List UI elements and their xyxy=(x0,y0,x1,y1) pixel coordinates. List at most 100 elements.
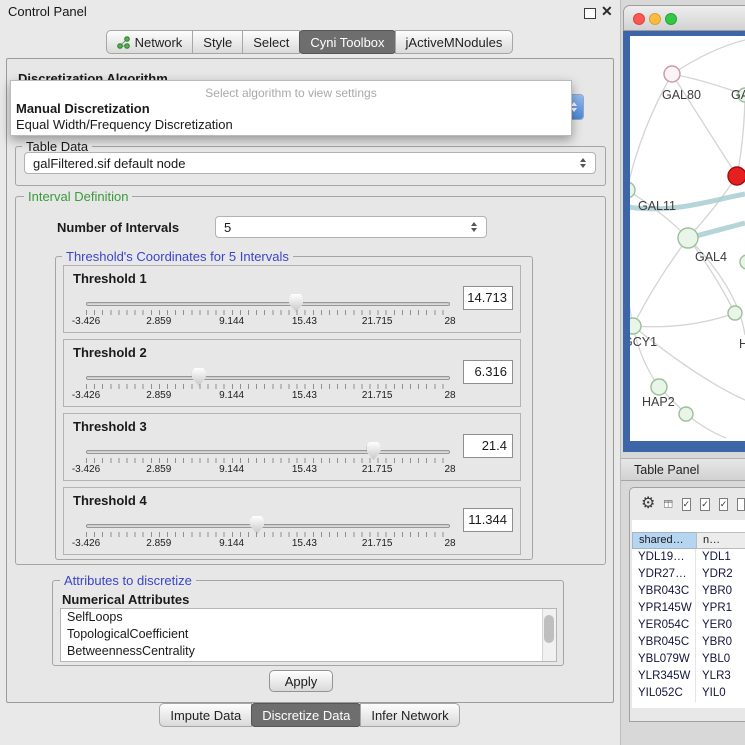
mac-zoom-icon[interactable] xyxy=(665,13,677,25)
table-cell[interactable]: YIL0 xyxy=(696,685,745,702)
table-row[interactable]: YBR043CYBR0 xyxy=(632,583,745,600)
table-row[interactable]: YBR045CYBR0 xyxy=(632,634,745,651)
table-row[interactable]: YPR145WYPR1 xyxy=(632,600,745,617)
table-cell[interactable]: YLR345W xyxy=(632,668,696,685)
scrollbar-thumb[interactable] xyxy=(544,615,554,643)
network-edge[interactable] xyxy=(633,238,688,326)
network-node[interactable] xyxy=(664,66,680,82)
network-edge[interactable] xyxy=(630,190,633,326)
table-row[interactable]: YER054CYER0 xyxy=(632,617,745,634)
settings-gear-icon[interactable]: ⚙ xyxy=(641,496,655,512)
tab-style[interactable]: Style xyxy=(192,30,243,54)
table-row[interactable]: YDR27…YDR2 xyxy=(632,566,745,583)
close-window-icon[interactable]: ✕ xyxy=(601,3,613,20)
table-cell[interactable]: YDL1 xyxy=(696,549,745,566)
mac-minimize-icon[interactable] xyxy=(649,13,661,25)
table-data-combobox[interactable]: galFiltered.sif default node xyxy=(24,152,596,174)
threshold-value-field[interactable]: 6.316 xyxy=(463,360,513,384)
tab-network[interactable]: Network xyxy=(106,30,194,54)
table-cell[interactable]: YDR27… xyxy=(632,566,696,583)
dropdown-option-manual[interactable]: Manual Discretization xyxy=(16,101,150,116)
table-cell[interactable]: YDR2 xyxy=(696,566,745,583)
threshold-value-field[interactable]: 14.713 xyxy=(463,286,513,310)
columns-icon[interactable] xyxy=(664,497,672,511)
table-row[interactable]: YLR345WYLR3 xyxy=(632,668,745,685)
table-cell[interactable]: YBR0 xyxy=(696,634,745,651)
number-of-intervals-combobox[interactable]: 5 xyxy=(215,216,487,238)
network-node[interactable] xyxy=(651,379,667,395)
threshold-value-field[interactable]: 11.344 xyxy=(463,508,513,532)
table-row[interactable]: YDL19…YDL1 xyxy=(632,549,745,566)
list-scrollbar[interactable] xyxy=(542,609,556,661)
attribute-item[interactable]: SelfLoops xyxy=(61,609,556,626)
attribute-item[interactable]: BetweennessCentrality xyxy=(61,643,556,660)
table-cell[interactable]: YBR0 xyxy=(696,583,745,600)
column-header-shared-name[interactable]: shared… xyxy=(632,532,696,549)
tick-label: 28 xyxy=(444,538,455,549)
tab-select[interactable]: Select xyxy=(242,30,300,54)
checkbox-icon[interactable] xyxy=(737,498,745,511)
table-cell[interactable]: YBL0 xyxy=(696,651,745,668)
table-cell[interactable]: YIL052C xyxy=(632,685,696,702)
tick-label: 15.43 xyxy=(292,316,317,327)
slider-track[interactable] xyxy=(86,302,450,306)
threshold-slider[interactable]: -3.4262.8599.14415.4321.71528 xyxy=(86,292,450,330)
node-table: shared… n… YDL19…YDL1YDR27…YDR2YBR043CYB… xyxy=(632,520,745,708)
network-node[interactable] xyxy=(679,407,693,421)
threshold-slider[interactable]: -3.4262.8599.14415.4321.71528 xyxy=(86,440,450,478)
network-node-label: GAL4 xyxy=(695,250,727,264)
tab-impute-data[interactable]: Impute Data xyxy=(159,703,252,727)
threshold-value-field[interactable]: 21.4 xyxy=(463,434,513,458)
table-cell[interactable]: YPR145W xyxy=(632,600,696,617)
slider-track[interactable] xyxy=(86,524,450,528)
table-cell[interactable]: YER0 xyxy=(696,617,745,634)
threshold-label: Threshold 4 xyxy=(73,493,147,508)
table-cell[interactable]: YPR1 xyxy=(696,600,745,617)
network-node[interactable] xyxy=(740,255,745,269)
numerical-attributes-heading: Numerical Attributes xyxy=(62,592,189,607)
mac-close-icon[interactable] xyxy=(633,13,645,25)
tab-label: Style xyxy=(203,35,232,50)
tab-discretize-data[interactable]: Discretize Data xyxy=(251,703,361,727)
slider-track[interactable] xyxy=(86,376,450,380)
network-edge[interactable] xyxy=(633,313,735,327)
table-row[interactable]: YIL052CYIL0 xyxy=(632,685,745,702)
network-node[interactable] xyxy=(728,306,742,320)
threshold-slider[interactable]: -3.4262.8599.14415.4321.71528 xyxy=(86,366,450,404)
table-cell[interactable]: YER054C xyxy=(632,617,696,634)
slider-track[interactable] xyxy=(86,450,450,454)
combo-arrows-icon[interactable] xyxy=(575,158,595,168)
table-cell[interactable]: YDL19… xyxy=(632,549,696,566)
table-panel-header[interactable]: Table Panel xyxy=(621,458,745,481)
combo-arrows-icon[interactable] xyxy=(466,222,486,232)
attributes-title: Attributes to discretize xyxy=(60,573,196,588)
attribute-item[interactable]: TopologicalCoefficient xyxy=(61,626,556,643)
table-cell[interactable]: YBL079W xyxy=(632,651,696,668)
table-cell[interactable]: YBR043C xyxy=(632,583,696,600)
table-cell[interactable]: YLR3 xyxy=(696,668,745,685)
checkbox-icon[interactable]: ✓ xyxy=(700,498,710,511)
checkbox-icon[interactable]: ✓ xyxy=(719,498,729,511)
dropdown-option-equal-width[interactable]: Equal Width/Frequency Discretization xyxy=(16,117,233,132)
network-edge[interactable] xyxy=(737,98,745,176)
network-edge[interactable] xyxy=(672,40,745,74)
network-node[interactable] xyxy=(630,182,635,198)
network-node[interactable] xyxy=(728,167,745,185)
float-window-icon[interactable] xyxy=(584,8,596,19)
threshold-slider[interactable]: -3.4262.8599.14415.4321.71528 xyxy=(86,514,450,552)
network-node-label: GAL80 xyxy=(662,88,701,102)
checkbox-icon[interactable]: ✓ xyxy=(682,498,692,511)
table-cell[interactable]: YBR045C xyxy=(632,634,696,651)
network-node[interactable] xyxy=(678,228,698,248)
attributes-list[interactable]: SelfLoopsTopologicalCoefficientBetweenne… xyxy=(60,608,557,662)
network-canvas[interactable]: GAL80GAGAL11GAL4GCY1HAP2H xyxy=(630,36,745,441)
apply-button[interactable]: Apply xyxy=(269,670,333,692)
table-row[interactable]: YBL079WYBL0 xyxy=(632,651,745,668)
tab-cyni-toolbox[interactable]: Cyni Toolbox xyxy=(299,30,395,54)
network-window-titlebar[interactable] xyxy=(623,5,745,31)
network-edge[interactable] xyxy=(630,190,688,238)
tab-infer-network[interactable]: Infer Network xyxy=(360,703,459,727)
column-header-name[interactable]: n… xyxy=(696,532,745,549)
network-node[interactable] xyxy=(630,318,641,334)
tab-jactivemnodules[interactable]: jActiveMNodules xyxy=(395,30,514,54)
